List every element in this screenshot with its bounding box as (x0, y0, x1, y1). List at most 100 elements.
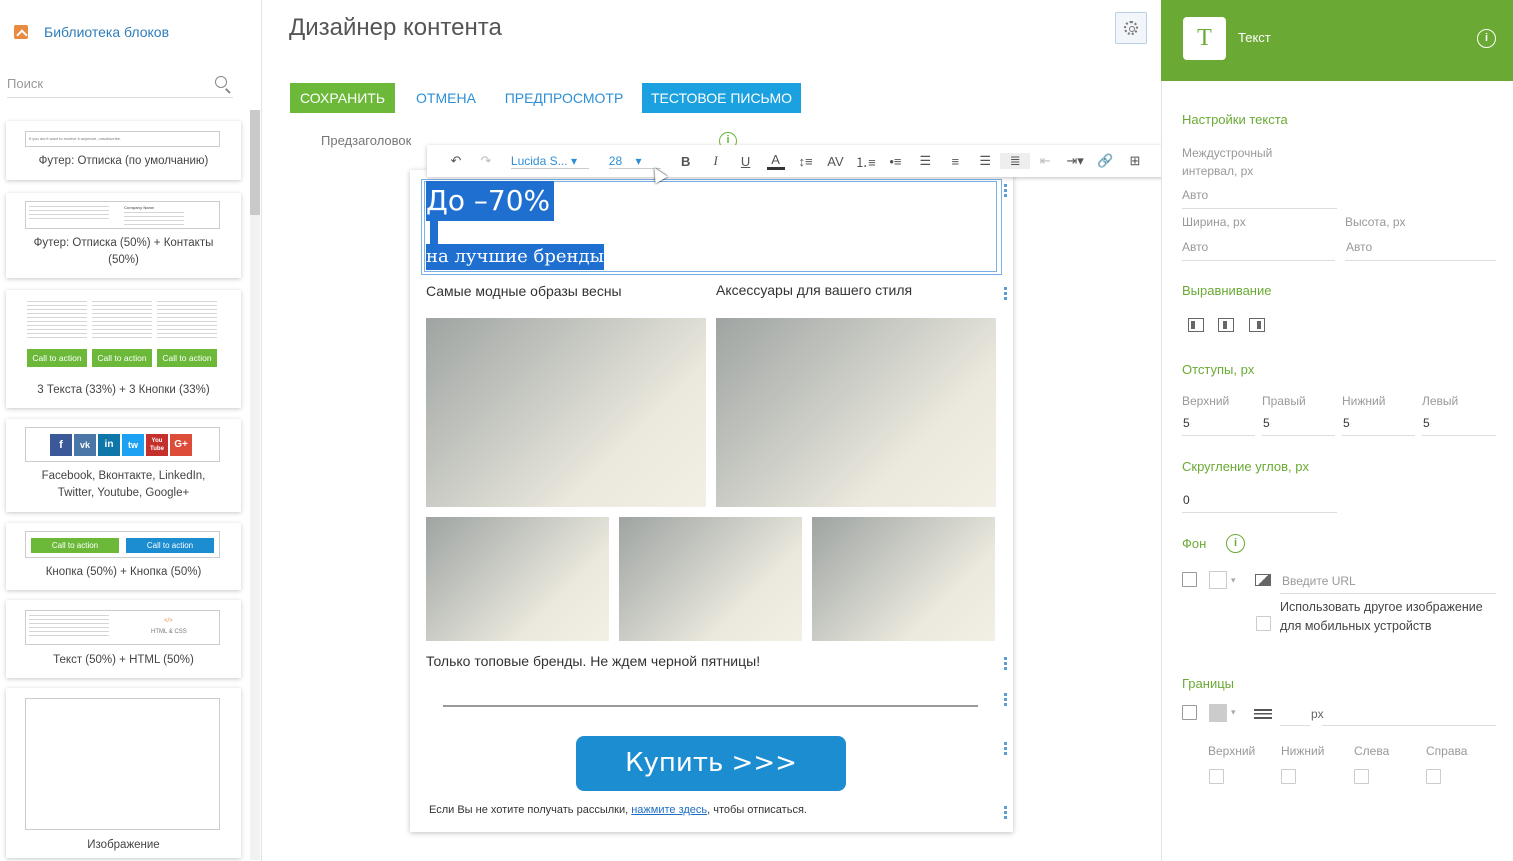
block-card-image[interactable]: Изображение (6, 688, 241, 858)
buy-button[interactable]: Купить >>> (576, 736, 846, 791)
block-card-2buttons[interactable]: Call to action Call to action Кнопка (50… (6, 523, 241, 590)
block-drag-handle[interactable] (1004, 184, 1007, 198)
block-card-footer-unsub[interactable]: If you don't want to receive it anymore,… (6, 121, 241, 180)
align-left-icon[interactable]: ☰ (910, 153, 940, 169)
url-input[interactable]: Введите URL (1282, 574, 1356, 588)
align-center-icon[interactable] (1218, 318, 1234, 332)
info-icon[interactable]: i (1477, 29, 1496, 48)
library-search-input[interactable]: Поиск (7, 68, 233, 98)
image-small-1[interactable] (426, 517, 609, 641)
column-right-text[interactable]: Аксессуары для вашего стиля (716, 282, 912, 298)
padding-bottom-field[interactable]: 5 (1343, 416, 1350, 430)
block-card-footer-contacts[interactable]: Company Name Футер: Отписка (50%) + Конт… (6, 193, 241, 278)
divider-line[interactable] (443, 705, 978, 707)
chevron-down-icon[interactable]: ▾ (1231, 575, 1236, 586)
border-top-checkbox[interactable] (1209, 769, 1224, 784)
padding-right-field[interactable]: 5 (1263, 416, 1270, 430)
line-height-field[interactable]: Авто (1182, 188, 1208, 202)
border-color-picker[interactable] (1209, 704, 1227, 722)
indent-icon[interactable]: ⇥▾ (1060, 153, 1090, 169)
settings-button[interactable] (1115, 12, 1147, 44)
width-label: Ширина, px (1182, 215, 1246, 229)
underline-icon[interactable]: U (731, 154, 761, 169)
block-caption: Футер: Отписка (по умолчанию) (38, 155, 209, 167)
section-text-settings: Настройки текста (1182, 112, 1288, 127)
outdent-icon[interactable]: ⇤ (1030, 153, 1060, 169)
block-drag-handle[interactable] (1004, 287, 1007, 301)
preview-cta: Call to action (92, 349, 152, 367)
border-left-checkbox[interactable] (1354, 769, 1369, 784)
font-size-value: 28 (608, 153, 623, 168)
test-email-button[interactable]: ТЕСТОВОЕ ПИСЬМО (642, 83, 801, 113)
properties-title: Текст (1238, 30, 1271, 45)
block-drag-handle[interactable] (1004, 806, 1007, 820)
properties-panel (1161, 0, 1513, 861)
subheadline-text[interactable]: на лучшие бренды (426, 244, 604, 270)
collapse-icon[interactable] (14, 25, 28, 39)
italic-icon[interactable]: I (701, 153, 731, 169)
search-placeholder: Поиск (7, 76, 44, 91)
cancel-button[interactable]: ОТМЕНА (405, 83, 487, 113)
align-right-icon[interactable] (1249, 318, 1265, 332)
height-field[interactable]: Авто (1346, 240, 1372, 254)
info-icon[interactable]: i (1226, 534, 1245, 553)
chevron-down-icon[interactable]: ▾ (1231, 707, 1236, 718)
column-left-text[interactable]: Самые модные образы весны (426, 283, 622, 299)
background-checkbox[interactable] (1182, 572, 1197, 587)
block-drag-handle[interactable] (1004, 693, 1007, 707)
border-unit: px (1311, 707, 1324, 721)
preview-text: If you don't want to receive it anymore,… (29, 136, 122, 141)
image-left[interactable] (426, 318, 706, 507)
width-field[interactable]: Авто (1182, 240, 1208, 254)
border-bottom-checkbox[interactable] (1281, 769, 1296, 784)
block-drag-handle[interactable] (1004, 657, 1007, 671)
text-color-icon[interactable]: A (766, 152, 785, 170)
preview-cta: Call to action (31, 538, 119, 553)
border-style-icon[interactable] (1254, 709, 1272, 719)
unsubscribe-link[interactable]: нажмите здесь (631, 804, 707, 816)
save-button[interactable]: СОХРАНИТЬ (290, 83, 395, 113)
unordered-list-icon[interactable]: •≡ (880, 154, 910, 169)
ordered-list-icon[interactable]: ⒈≡ (850, 152, 880, 171)
border-right-checkbox[interactable] (1426, 769, 1441, 784)
radius-field[interactable]: 0 (1183, 493, 1190, 507)
block-caption: 3 Текста (33%) + 3 Кнопки (33%) (37, 384, 210, 396)
mobile-image-checkbox[interactable] (1256, 616, 1271, 631)
block-preview: </> HTML & CSS (25, 610, 220, 645)
block-card-text-html[interactable]: </> HTML & CSS Текст (50%) + HTML (50%) (6, 600, 241, 678)
padding-left-field[interactable]: 5 (1423, 416, 1430, 430)
image-small-3[interactable] (812, 517, 995, 641)
align-left-icon[interactable] (1188, 318, 1204, 332)
align-center-icon[interactable]: ≡ (940, 154, 970, 169)
letter-spacing-icon[interactable]: AV (821, 154, 851, 169)
library-scrollbar[interactable] (250, 110, 260, 860)
link-icon[interactable]: 🔗 (1090, 153, 1120, 169)
image-small-2[interactable] (619, 517, 802, 641)
undo-icon[interactable]: ↶ (441, 153, 471, 169)
font-size-select[interactable]: 28 ▾ (608, 153, 661, 169)
search-icon[interactable] (215, 76, 227, 88)
library-title[interactable]: Библиотека блоков (44, 24, 169, 40)
block-caption: Кнопка (50%) + Кнопка (50%) (45, 566, 202, 578)
insert-variable-icon[interactable]: ⊞ (1120, 153, 1150, 169)
image-right[interactable] (716, 318, 996, 507)
bold-icon[interactable]: B (671, 154, 701, 169)
block-card-social[interactable]: f vk in tw You Tube G+ Facebook, Вконтак… (6, 419, 241, 512)
headline-text[interactable]: До –70% (426, 181, 555, 221)
align-right-icon[interactable]: ☰ (970, 153, 1000, 169)
align-justify-icon[interactable]: ≣ (1000, 153, 1031, 169)
preview-button[interactable]: ПРЕДПРОСМОТР (496, 83, 632, 113)
block-card-3text-3buttons[interactable]: Call to action Call to action Call to ac… (6, 290, 241, 408)
background-color-picker[interactable] (1209, 571, 1227, 589)
line-height-icon[interactable]: ↕≡ (791, 154, 821, 169)
padding-top-field[interactable]: 5 (1183, 416, 1190, 430)
border-checkbox[interactable] (1182, 705, 1197, 720)
redo-icon[interactable]: ↷ (471, 153, 501, 169)
library-scrollbar-thumb[interactable] (250, 110, 260, 215)
padding-right-label: Правый (1262, 394, 1306, 408)
image-icon[interactable] (1255, 574, 1271, 586)
block-drag-handle[interactable] (1004, 742, 1007, 756)
unsubscribe-text[interactable]: Если Вы не хотите получать рассылки, наж… (429, 804, 807, 816)
promo-text[interactable]: Только топовые бренды. Не ждем черной пя… (426, 653, 760, 669)
font-select[interactable]: Lucida S... ▾ (510, 154, 589, 169)
